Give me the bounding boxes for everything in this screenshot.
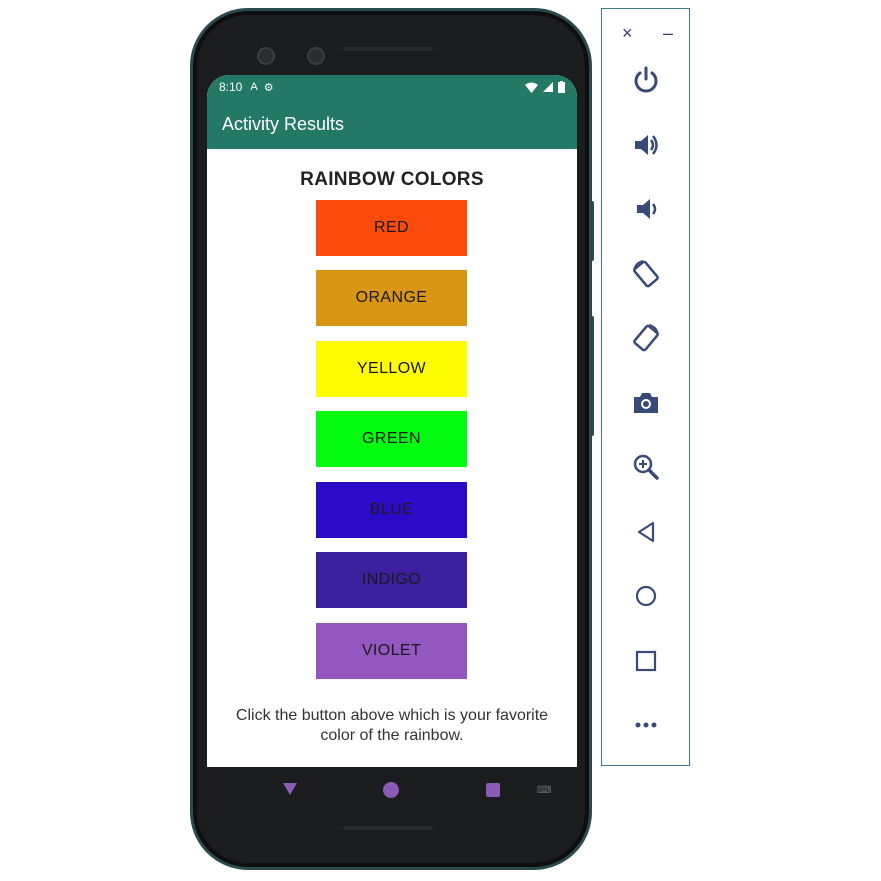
volume-side-button[interactable]	[590, 316, 594, 436]
power-side-button[interactable]	[590, 201, 594, 261]
close-icon[interactable]: ×	[622, 23, 633, 44]
violet-button[interactable]: VIOLET	[316, 623, 467, 679]
rotate-right-icon	[632, 324, 659, 352]
volume-up-button[interactable]	[602, 125, 689, 165]
wifi-icon	[525, 82, 538, 93]
blue-button[interactable]: BLUE	[316, 482, 467, 538]
zoom-button[interactable]	[602, 447, 689, 487]
green-button[interactable]: GREEN	[316, 411, 467, 467]
front-sensor	[307, 47, 325, 65]
screenshot-button[interactable]	[602, 383, 689, 423]
nav-recents-icon[interactable]	[486, 783, 500, 797]
front-camera	[257, 47, 275, 65]
battery-icon	[558, 81, 565, 93]
emulator-toolbar: × –	[601, 8, 690, 766]
volume-down-icon	[636, 199, 656, 219]
signal-icon	[543, 82, 553, 92]
notification-a-icon: A	[250, 81, 258, 93]
camera-icon	[633, 393, 658, 413]
status-bar: 8:10 A ⚙	[207, 75, 577, 99]
window-controls: × –	[622, 23, 673, 44]
minimize-icon[interactable]: –	[663, 23, 673, 44]
instruction-text: Click the button above which is your fav…	[235, 707, 549, 744]
zoom-icon	[633, 454, 659, 480]
emulator-window: 8:10 A ⚙ Activity Results RAINBOW COLORS…	[0, 0, 881, 881]
main-content: RAINBOW COLORS RED ORANGE YELLOW GREEN B…	[207, 149, 577, 767]
device-screen: 8:10 A ⚙ Activity Results RAINBOW COLORS…	[207, 75, 577, 767]
app-bar: Activity Results	[207, 99, 577, 149]
orange-button[interactable]: ORANGE	[316, 270, 467, 326]
rotate-left-button[interactable]	[602, 254, 689, 294]
page-heading: RAINBOW COLORS	[300, 169, 484, 190]
earpiece-speaker	[343, 47, 433, 51]
app-title: Activity Results	[222, 113, 345, 134]
more-button[interactable]	[602, 705, 689, 745]
home-button[interactable]	[602, 576, 689, 616]
volume-up-icon	[634, 135, 658, 155]
yellow-button[interactable]: YELLOW	[316, 341, 467, 397]
bottom-speaker	[343, 826, 433, 830]
keyboard-icon[interactable]: ⌨	[537, 785, 551, 796]
rotate-right-button[interactable]	[602, 318, 689, 358]
power-icon	[634, 66, 657, 93]
navigation-bar: ⌨	[207, 767, 577, 815]
nav-home-icon[interactable]	[383, 782, 399, 798]
overview-button[interactable]	[602, 641, 689, 681]
nav-back-icon[interactable]	[283, 783, 297, 795]
back-icon	[637, 521, 654, 543]
power-button[interactable]	[602, 60, 689, 100]
settings-notification-icon: ⚙	[263, 81, 274, 94]
rotate-left-icon	[632, 260, 659, 288]
overview-icon	[635, 650, 656, 672]
red-button[interactable]: RED	[316, 200, 467, 256]
back-button[interactable]	[602, 512, 689, 552]
more-icon	[635, 722, 656, 728]
status-time: 8:10	[219, 80, 243, 94]
volume-down-button[interactable]	[602, 189, 689, 229]
indigo-button[interactable]: INDIGO	[316, 552, 467, 608]
home-icon	[635, 585, 656, 607]
